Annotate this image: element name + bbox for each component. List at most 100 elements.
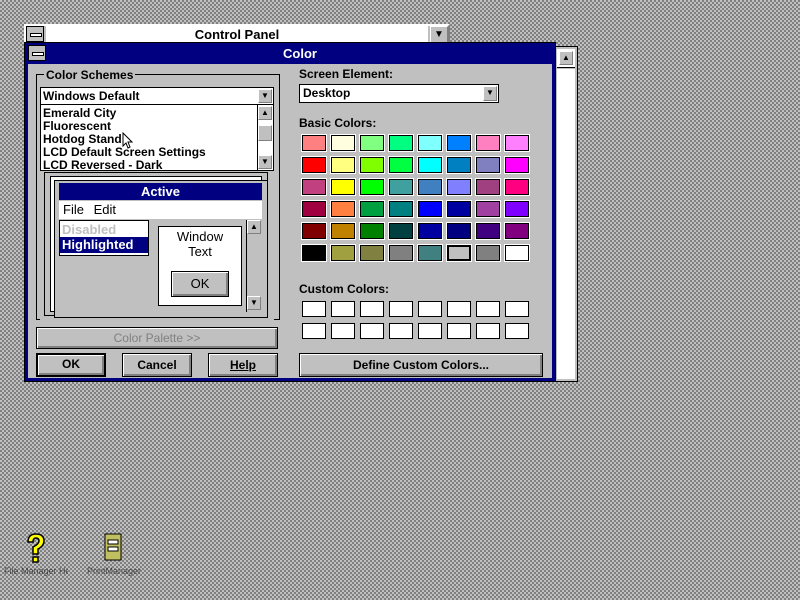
control-panel-system-menu[interactable] <box>26 26 44 42</box>
preview-window-text-1: Window <box>176 229 224 244</box>
desktop-icon-help[interactable]: File Manager Help <box>4 532 68 592</box>
basic-color-swatch[interactable] <box>389 201 413 217</box>
basic-color-swatch[interactable] <box>447 135 471 151</box>
screen-element-value: Desktop <box>303 86 351 100</box>
custom-color-slot[interactable] <box>476 323 500 339</box>
preview-active-title: Active <box>140 184 181 199</box>
basic-color-swatch[interactable] <box>505 179 529 195</box>
custom-color-slot[interactable] <box>331 323 355 339</box>
scroll-thumb[interactable] <box>258 125 272 141</box>
basic-color-swatch[interactable] <box>505 157 529 173</box>
color-schemes-list[interactable]: Emerald City Fluorescent Hotdog Stand LC… <box>40 104 274 172</box>
custom-colors-label: Custom Colors: <box>299 282 389 296</box>
basic-color-swatch[interactable] <box>447 179 471 195</box>
screen-element-dropdown-icon[interactable]: ▼ <box>483 86 497 101</box>
preview-window-text-2: Text <box>188 244 212 259</box>
basic-color-swatch[interactable] <box>302 245 326 261</box>
basic-color-swatch[interactable] <box>505 135 529 151</box>
custom-color-slot[interactable] <box>447 301 471 317</box>
color-dialog-system-menu[interactable] <box>28 45 46 61</box>
ok-button[interactable]: OK <box>36 353 106 377</box>
control-panel-scroll-up[interactable]: ▲ <box>559 51 573 65</box>
custom-color-slot[interactable] <box>389 323 413 339</box>
basic-color-swatch[interactable] <box>505 245 529 261</box>
custom-colors-grid <box>302 301 534 341</box>
basic-color-swatch[interactable] <box>389 223 413 239</box>
basic-color-swatch[interactable] <box>476 223 500 239</box>
custom-color-slot[interactable] <box>302 323 326 339</box>
basic-color-swatch[interactable] <box>360 201 384 217</box>
scroll-up-arrow-icon[interactable]: ▲ <box>258 106 272 120</box>
preview-ok-button: OK <box>171 271 229 297</box>
scheme-preview: Active File Edit Disabled Highlighted Wi… <box>40 172 274 320</box>
basic-color-swatch[interactable] <box>302 135 326 151</box>
color-dialog-titlebar[interactable]: Color <box>48 45 552 63</box>
custom-color-slot[interactable] <box>360 301 384 317</box>
color-schemes-combo[interactable]: Windows Default ▼ <box>40 87 274 105</box>
basic-color-swatch[interactable] <box>302 179 326 195</box>
basic-color-swatch[interactable] <box>360 223 384 239</box>
basic-color-swatch[interactable] <box>360 179 384 195</box>
basic-color-swatch[interactable] <box>418 245 442 261</box>
custom-color-slot[interactable] <box>505 323 529 339</box>
define-custom-colors-button[interactable]: Define Custom Colors... <box>299 353 543 377</box>
basic-color-swatch[interactable] <box>476 157 500 173</box>
basic-color-swatch[interactable] <box>331 179 355 195</box>
basic-color-swatch[interactable] <box>447 201 471 217</box>
color-schemes-scrollbar[interactable]: ▲ ▼ <box>257 105 273 170</box>
custom-color-slot[interactable] <box>302 301 326 317</box>
basic-color-swatch[interactable] <box>331 157 355 173</box>
list-item[interactable]: LCD Reversed - Dark <box>43 159 162 172</box>
basic-color-swatch[interactable] <box>476 201 500 217</box>
basic-color-swatch[interactable] <box>331 135 355 151</box>
basic-color-swatch[interactable] <box>476 135 500 151</box>
basic-color-swatch[interactable] <box>447 245 471 261</box>
custom-color-slot[interactable] <box>418 323 442 339</box>
basic-color-swatch[interactable] <box>331 201 355 217</box>
color-dialog-title: Color <box>283 46 317 61</box>
basic-color-swatch[interactable] <box>331 245 355 261</box>
basic-color-swatch[interactable] <box>476 179 500 195</box>
custom-color-slot[interactable] <box>418 301 442 317</box>
basic-color-swatch[interactable] <box>360 157 384 173</box>
basic-color-swatch[interactable] <box>302 157 326 173</box>
basic-color-swatch[interactable] <box>505 223 529 239</box>
desktop-icon-printmanager[interactable]: PrintManager <box>82 532 146 592</box>
basic-color-swatch[interactable] <box>418 157 442 173</box>
basic-color-swatch[interactable] <box>418 135 442 151</box>
basic-color-swatch[interactable] <box>360 245 384 261</box>
custom-color-slot[interactable] <box>476 301 500 317</box>
basic-color-swatch[interactable] <box>331 223 355 239</box>
cancel-button[interactable]: Cancel <box>122 353 192 377</box>
basic-color-swatch[interactable] <box>389 135 413 151</box>
basic-color-swatch[interactable] <box>418 201 442 217</box>
basic-color-swatch[interactable] <box>360 135 384 151</box>
basic-color-swatch[interactable] <box>389 179 413 195</box>
preview-menu-edit: Edit <box>93 202 116 217</box>
custom-color-slot[interactable] <box>389 301 413 317</box>
basic-color-swatch[interactable] <box>302 201 326 217</box>
mouse-pointer-icon <box>122 132 134 149</box>
screen-element-combo[interactable]: Desktop ▼ <box>299 84 499 103</box>
preview-active-titlebar: Active <box>59 183 262 200</box>
preview-menu-file: File <box>63 202 84 217</box>
preview-menu-dropdown: Disabled Highlighted <box>59 220 149 256</box>
basic-color-swatch[interactable] <box>389 157 413 173</box>
color-schemes-selected: Windows Default <box>43 89 140 103</box>
basic-color-swatch[interactable] <box>302 223 326 239</box>
custom-color-slot[interactable] <box>360 323 384 339</box>
basic-color-swatch[interactable] <box>389 245 413 261</box>
color-palette-button[interactable]: Color Palette >> <box>36 327 278 349</box>
basic-color-swatch[interactable] <box>418 223 442 239</box>
custom-color-slot[interactable] <box>447 323 471 339</box>
basic-color-swatch[interactable] <box>418 179 442 195</box>
basic-color-swatch[interactable] <box>447 223 471 239</box>
basic-color-swatch[interactable] <box>505 201 529 217</box>
basic-color-swatch[interactable] <box>476 245 500 261</box>
custom-color-slot[interactable] <box>331 301 355 317</box>
basic-color-swatch[interactable] <box>447 157 471 173</box>
custom-color-slot[interactable] <box>505 301 529 317</box>
help-button[interactable]: Help <box>208 353 278 377</box>
color-schemes-dropdown-button[interactable]: ▼ <box>258 89 272 103</box>
scroll-down-arrow-icon[interactable]: ▼ <box>258 155 272 169</box>
